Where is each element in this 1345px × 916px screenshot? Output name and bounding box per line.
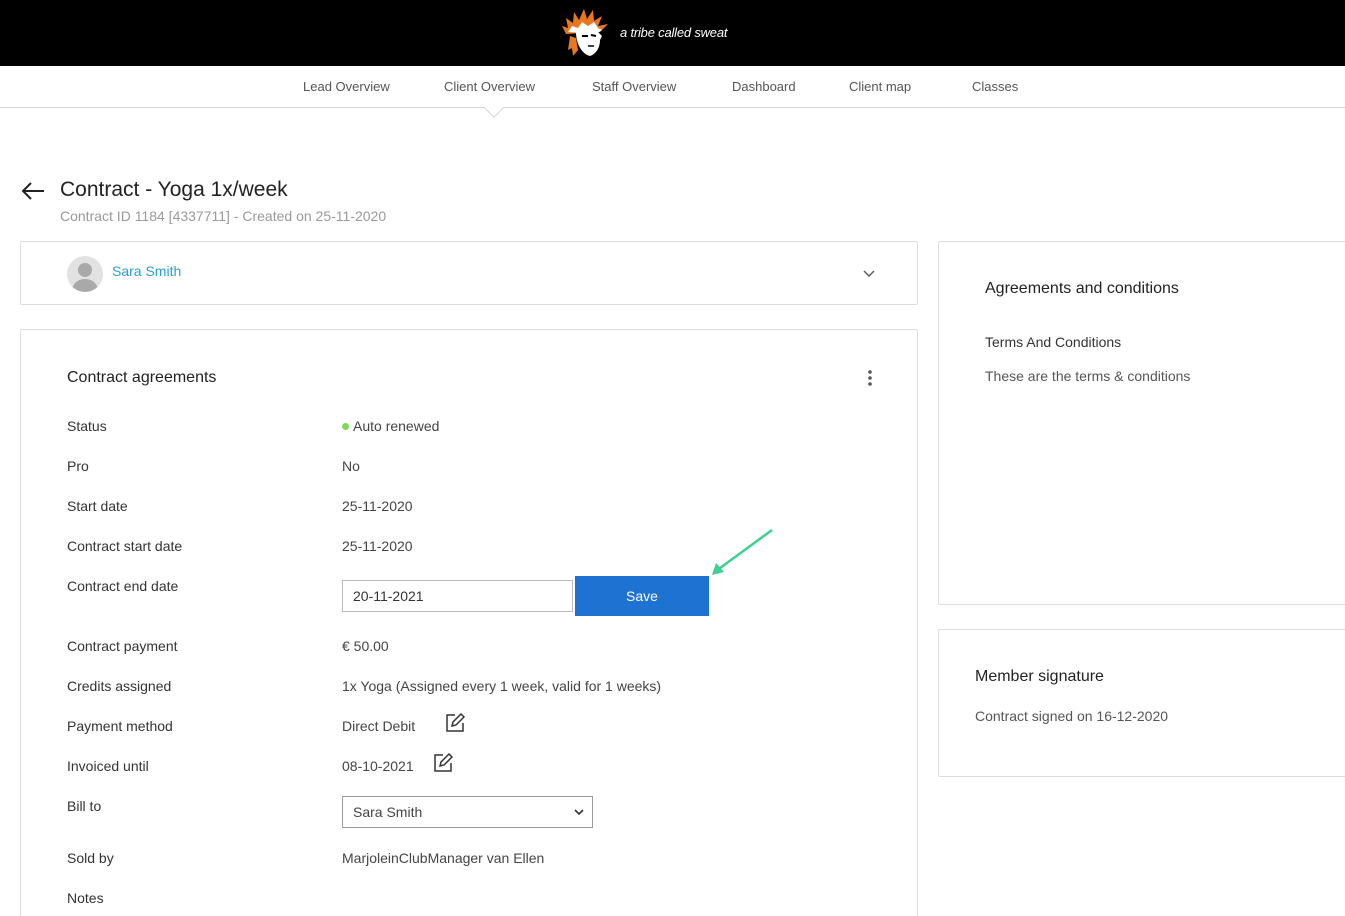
client-name-link[interactable]: Sara Smith bbox=[112, 263, 181, 279]
contract-end-date-input[interactable] bbox=[342, 580, 573, 612]
start-date-value: 25-11-2020 bbox=[342, 498, 413, 514]
nav-classes[interactable]: Classes bbox=[972, 79, 1018, 94]
agreements-conditions-card: Agreements and conditions Terms And Cond… bbox=[938, 241, 1345, 605]
member-signature-card: Member signature Contract signed on 16-1… bbox=[938, 629, 1345, 777]
invoiced-until-label: Invoiced until bbox=[67, 758, 149, 774]
credits-assigned-label: Credits assigned bbox=[67, 678, 172, 694]
chevron-down-icon bbox=[574, 809, 584, 816]
pro-value: No bbox=[342, 458, 360, 474]
invoiced-until-value: 08-10-2021 bbox=[342, 758, 414, 774]
page-title: Contract - Yoga 1x/week bbox=[60, 178, 288, 201]
contract-agreements-title: Contract agreements bbox=[67, 369, 217, 386]
save-button[interactable]: Save bbox=[575, 576, 709, 616]
top-bar: a tribe called sweat bbox=[0, 0, 1345, 66]
pro-label: Pro bbox=[67, 458, 89, 474]
status-label: Status bbox=[67, 418, 107, 434]
contract-start-date-value: 25-11-2020 bbox=[342, 538, 413, 554]
chevron-down-icon[interactable] bbox=[862, 266, 876, 280]
contract-end-date-label: Contract end date bbox=[67, 578, 179, 594]
sold-by-value: MarjoleinClubManager van Ellen bbox=[342, 850, 545, 866]
brand-name: a tribe called sweat bbox=[620, 24, 728, 40]
sold-by-label: Sold by bbox=[67, 850, 114, 866]
nav-lead-overview[interactable]: Lead Overview bbox=[303, 79, 390, 94]
terms-subtitle: Terms And Conditions bbox=[985, 334, 1122, 350]
logo-icon bbox=[562, 9, 608, 56]
bill-to-select[interactable]: Sara Smith bbox=[342, 796, 593, 828]
page-subtitle: Contract ID 1184 [4337711] - Created on … bbox=[60, 208, 387, 224]
nav-dashboard[interactable]: Dashboard bbox=[732, 79, 796, 94]
main-nav: Lead Overview Client Overview Staff Over… bbox=[0, 66, 1345, 108]
brand-logo[interactable]: a tribe called sweat bbox=[558, 4, 758, 60]
credits-assigned-value: 1x Yoga (Assigned every 1 week, valid fo… bbox=[342, 678, 662, 694]
contract-start-date-label: Contract start date bbox=[67, 538, 183, 554]
nav-client-map[interactable]: Client map bbox=[849, 79, 911, 94]
start-date-label: Start date bbox=[67, 498, 128, 514]
payment-method-value: Direct Debit bbox=[342, 718, 416, 734]
nav-staff-overview[interactable]: Staff Overview bbox=[592, 79, 676, 94]
client-card: Sara Smith bbox=[20, 241, 918, 305]
edit-invoiced-until-icon[interactable] bbox=[433, 753, 453, 773]
kebab-menu-icon[interactable] bbox=[864, 368, 876, 388]
nav-client-overview[interactable]: Client Overview bbox=[444, 79, 535, 94]
terms-text: These are the terms & conditions bbox=[985, 368, 1191, 384]
payment-method-label: Payment method bbox=[67, 718, 173, 734]
member-signature-title: Member signature bbox=[975, 668, 1104, 685]
back-arrow-icon[interactable] bbox=[20, 180, 46, 202]
contract-payment-value: € 50.00 bbox=[342, 638, 389, 654]
avatar bbox=[67, 256, 103, 292]
status-dot-icon bbox=[342, 423, 349, 430]
edit-payment-method-icon[interactable] bbox=[445, 713, 465, 733]
contract-agreements-card: Contract agreements Status Auto renewed … bbox=[20, 329, 918, 916]
status-text: Auto renewed bbox=[353, 418, 440, 434]
status-value: Auto renewed bbox=[342, 418, 439, 434]
user-avatar-icon bbox=[71, 263, 99, 292]
bill-to-label: Bill to bbox=[67, 798, 102, 814]
notes-label: Notes bbox=[67, 890, 104, 906]
agreements-conditions-title: Agreements and conditions bbox=[985, 280, 1179, 297]
signature-text: Contract signed on 16-12-2020 bbox=[975, 708, 1169, 724]
bill-to-selected-value: Sara Smith bbox=[353, 804, 423, 820]
contract-payment-label: Contract payment bbox=[67, 638, 178, 654]
